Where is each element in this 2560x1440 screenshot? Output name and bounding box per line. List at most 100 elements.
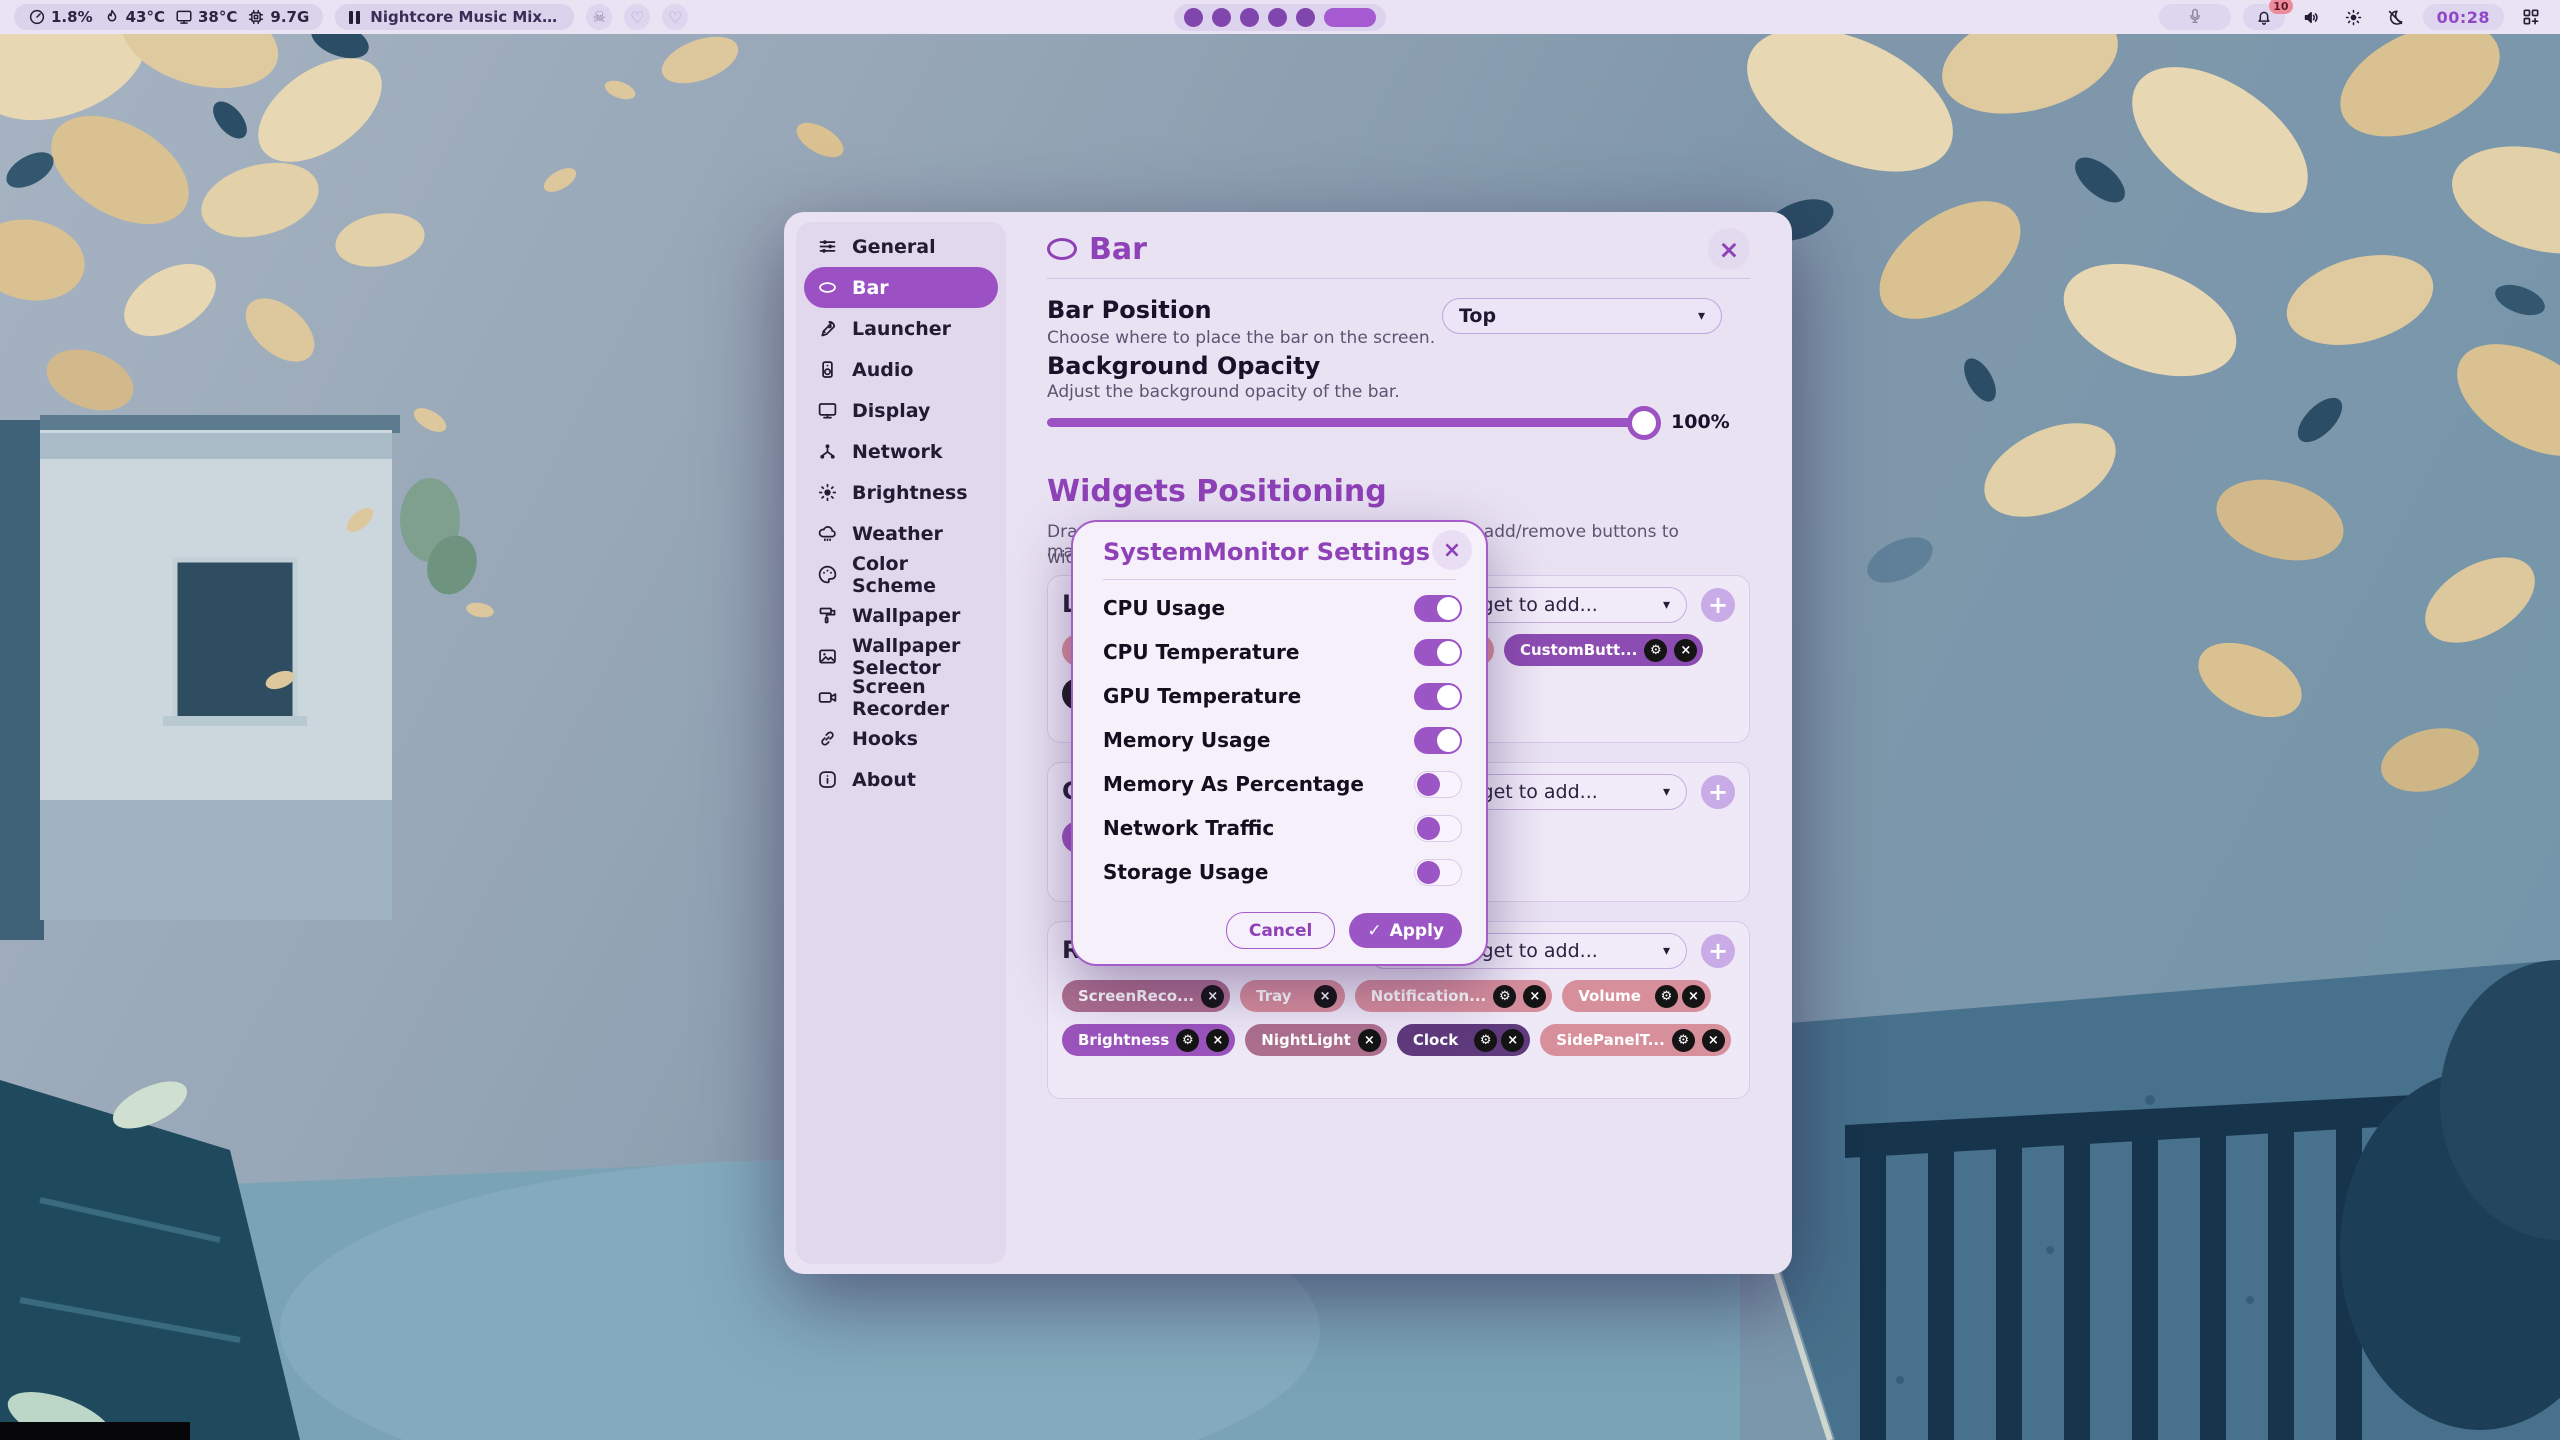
widget-remove-button[interactable]: ×: [1702, 1029, 1725, 1052]
widget-settings-button[interactable]: ⚙: [1644, 639, 1667, 662]
opacity-slider[interactable]: [1047, 418, 1655, 427]
widget-remove-button[interactable]: ×: [1206, 1029, 1229, 1052]
apply-button-label: Apply: [1390, 921, 1444, 941]
modal-close-button[interactable]: ×: [1432, 530, 1472, 570]
clock-module[interactable]: 00:28: [2423, 4, 2504, 30]
brightness-button[interactable]: [2339, 4, 2369, 30]
opacity-slider-knob[interactable]: [1627, 406, 1661, 440]
workspace-dot[interactable]: [1240, 8, 1259, 27]
widget-settings-button[interactable]: ⚙: [1493, 985, 1516, 1008]
widget-settings-button[interactable]: ⚙: [1474, 1029, 1497, 1052]
heart-button-2[interactable]: ♡: [662, 4, 688, 30]
cpu-usage-toggle[interactable]: [1414, 595, 1462, 622]
widget-chip[interactable]: CustomButt... ⚙ ×: [1504, 634, 1703, 666]
opacity-value: 100%: [1671, 411, 1730, 433]
widget-chip[interactable]: SidePanelT... ⚙ ×: [1540, 1024, 1731, 1056]
plus-icon: +: [1708, 778, 1728, 806]
cpu-usage-stat: 1.8%: [28, 8, 93, 26]
widget-remove-button[interactable]: ×: [1201, 985, 1224, 1008]
toggle-label: Memory Usage: [1103, 728, 1270, 752]
cpu-temperature-toggle[interactable]: [1414, 639, 1462, 666]
memory-as-percentage-toggle[interactable]: [1414, 771, 1462, 798]
toggle-row-memory-as-percentage: Memory As Percentage: [1103, 762, 1462, 806]
storage-usage-toggle[interactable]: [1414, 859, 1462, 886]
media-title: Nightcore Music Mix 20...: [370, 8, 560, 26]
system-tray-module[interactable]: [2159, 4, 2231, 30]
widget-chip[interactable]: Brightness ⚙ ×: [1062, 1024, 1235, 1056]
sidebar-item-about[interactable]: About: [804, 759, 998, 800]
heart-button-1[interactable]: ♡: [624, 4, 650, 30]
cancel-button[interactable]: Cancel: [1226, 912, 1335, 949]
widget-settings-button[interactable]: ⚙: [1176, 1029, 1199, 1052]
widget-settings-button[interactable]: ⚙: [1655, 985, 1678, 1008]
tray-app-icon: [2186, 8, 2204, 26]
window-close-button[interactable]: ×: [1708, 228, 1750, 270]
sidebar-item-bar[interactable]: Bar: [804, 267, 998, 308]
widget-chip[interactable]: NightLight ×: [1245, 1024, 1387, 1056]
widget-remove-button[interactable]: ×: [1674, 639, 1697, 662]
widget-chip-label: CustomButt...: [1520, 641, 1637, 659]
memory-value: 9.7G: [270, 8, 309, 26]
sidebar-item-launcher[interactable]: Launcher: [804, 308, 998, 349]
sidebar-item-label: Wallpaper Selector: [852, 635, 985, 679]
sidebar-item-audio[interactable]: Audio: [804, 349, 998, 390]
top-bar-left: 1.8% 43°C 38°C 9.7G Nightcore Music Mix …: [14, 4, 688, 30]
chip-row: Brightness ⚙ × NightLight × Clock ⚙ × Si: [1062, 1024, 1735, 1056]
widget-chip[interactable]: Clock ⚙ ×: [1397, 1024, 1530, 1056]
heart-icon: ♡: [630, 8, 644, 27]
sidebar-item-screen-recorder[interactable]: Screen Recorder: [804, 677, 998, 718]
workspace-dot[interactable]: [1184, 8, 1203, 27]
sidebar-item-hooks[interactable]: Hooks: [804, 718, 998, 759]
sidebar-item-label: Weather: [852, 523, 943, 545]
widget-remove-button[interactable]: ×: [1358, 1029, 1381, 1052]
bar-position-dropdown[interactable]: Top ▾: [1442, 298, 1722, 334]
paint-roller-icon: [817, 605, 838, 626]
toggle-row-gpu-temperature: GPU Temperature: [1103, 674, 1462, 718]
sidebar-item-display[interactable]: Display: [804, 390, 998, 431]
widget-remove-button[interactable]: ×: [1314, 985, 1337, 1008]
add-widget-button[interactable]: +: [1701, 775, 1735, 809]
widget-chip[interactable]: Tray ×: [1240, 980, 1344, 1012]
media-player-module[interactable]: Nightcore Music Mix 20...: [335, 4, 574, 30]
widget-chip[interactable]: ScreenReco... ×: [1062, 980, 1230, 1012]
sidebar-item-weather[interactable]: Weather: [804, 513, 998, 554]
apply-button[interactable]: ✓ Apply: [1349, 913, 1462, 948]
overview-button[interactable]: [2516, 4, 2546, 30]
widget-remove-button[interactable]: ×: [1501, 1029, 1524, 1052]
widget-settings-button[interactable]: ⚙: [1672, 1029, 1695, 1052]
cpu-temp-value: 43°C: [126, 8, 165, 26]
workspace-active-pill[interactable]: [1324, 8, 1376, 27]
widget-remove-button[interactable]: ×: [1682, 985, 1705, 1008]
widget-chip[interactable]: Volume ⚙ ×: [1562, 980, 1711, 1012]
sidebar-item-brightness[interactable]: Brightness: [804, 472, 998, 513]
add-widget-button[interactable]: +: [1701, 588, 1735, 622]
close-icon: ×: [1708, 1033, 1719, 1048]
night-light-button[interactable]: [2381, 4, 2411, 30]
sidebar-item-network[interactable]: Network: [804, 431, 998, 472]
close-icon: ×: [1320, 989, 1331, 1004]
sidebar-item-color-scheme[interactable]: Color Scheme: [804, 554, 998, 595]
clock-value: 00:28: [2437, 8, 2490, 27]
settings-sidebar: General Bar Launcher Audio Display Netwo…: [796, 222, 1006, 1264]
sidebar-item-wallpaper-selector[interactable]: Wallpaper Selector: [804, 636, 998, 677]
gpu-temperature-toggle[interactable]: [1414, 683, 1462, 710]
workspace-dot[interactable]: [1296, 8, 1315, 27]
workspace-dot[interactable]: [1268, 8, 1287, 27]
widget-chip[interactable]: Notification... ⚙ ×: [1355, 980, 1553, 1012]
workspace-dot[interactable]: [1212, 8, 1231, 27]
system-stats-module[interactable]: 1.8% 43°C 38°C 9.7G: [14, 4, 323, 30]
network-traffic-toggle[interactable]: [1414, 815, 1462, 842]
skull-button[interactable]: ☠: [586, 4, 612, 30]
notifications-button[interactable]: 10: [2243, 4, 2285, 30]
gear-icon: ⚙: [1182, 1033, 1194, 1048]
widget-remove-button[interactable]: ×: [1523, 985, 1546, 1008]
memory-usage-toggle[interactable]: [1414, 727, 1462, 754]
sidebar-item-general[interactable]: General: [804, 226, 998, 267]
top-bar: 1.8% 43°C 38°C 9.7G Nightcore Music Mix …: [0, 0, 2560, 34]
close-icon: ×: [1443, 538, 1461, 563]
workspace-indicator[interactable]: [1174, 4, 1386, 31]
sidebar-item-wallpaper[interactable]: Wallpaper: [804, 595, 998, 636]
volume-button[interactable]: [2297, 4, 2327, 30]
sidebar-item-label: General: [852, 236, 936, 258]
add-widget-button[interactable]: +: [1701, 934, 1735, 968]
